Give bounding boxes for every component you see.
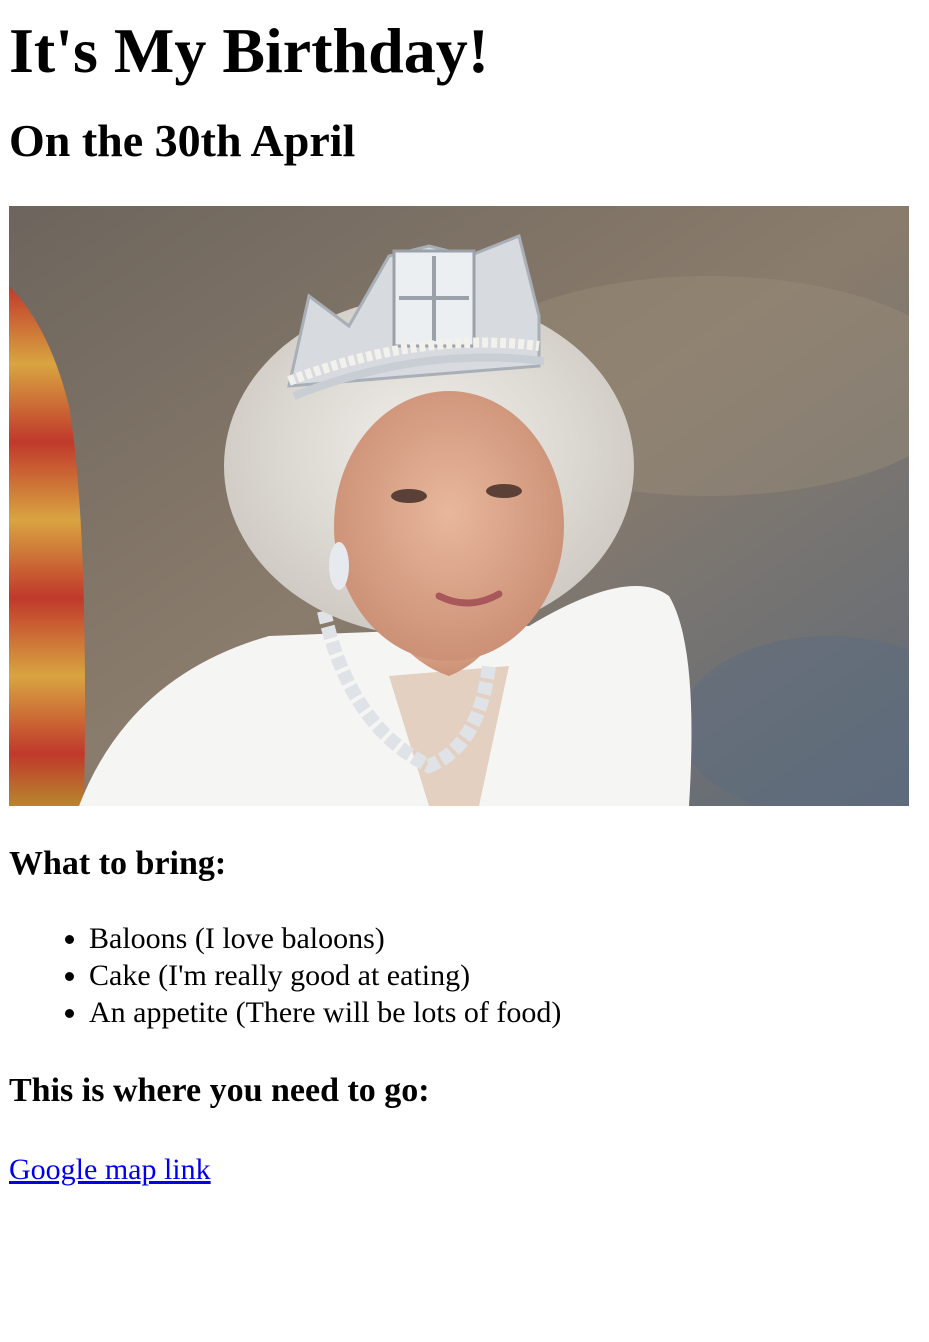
what-to-bring-heading: What to bring: bbox=[9, 845, 227, 882]
portrait-photo bbox=[9, 206, 909, 806]
page: It's My Birthday! On the 30th April What… bbox=[0, 14, 929, 1188]
google-map-link[interactable]: Google map link bbox=[9, 1151, 211, 1188]
portrait-image bbox=[9, 206, 909, 806]
list-item: Cake (I'm really good at eating) bbox=[89, 957, 920, 994]
bring-list: Baloons (I love baloons) Cake (I'm reall… bbox=[9, 920, 920, 1031]
list-item: An appetite (There will be lots of food) bbox=[89, 994, 920, 1031]
page-subtitle: On the 30th April bbox=[9, 115, 356, 166]
list-item: Baloons (I love baloons) bbox=[89, 920, 920, 957]
location-heading: This is where you need to go: bbox=[9, 1072, 430, 1109]
page-title: It's My Birthday! bbox=[9, 15, 489, 86]
